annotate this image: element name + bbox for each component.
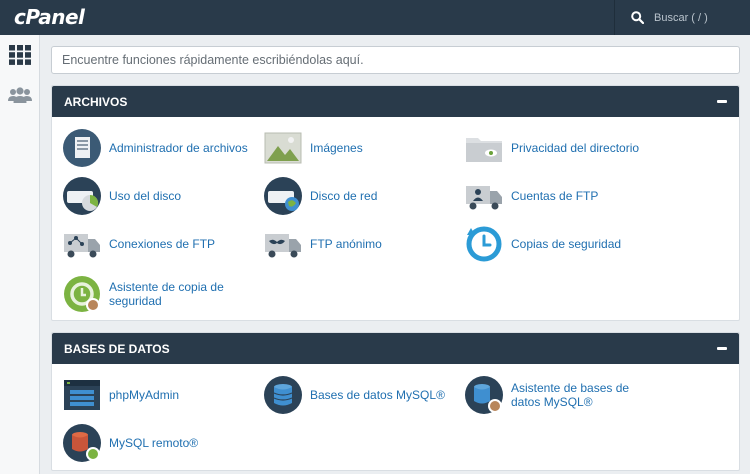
item-label: Bases de datos MySQL® <box>310 388 445 402</box>
item-label: MySQL remoto® <box>109 436 199 450</box>
section-bases-de-datos: BASES DE DATOS phpMyAdmin Bases de datos… <box>51 332 740 471</box>
item-label: Imágenes <box>310 141 363 155</box>
images-icon <box>264 132 302 164</box>
users-button[interactable] <box>7 83 33 107</box>
item-label: phpMyAdmin <box>109 388 180 402</box>
backup-icon <box>466 226 502 262</box>
item-disk-usage[interactable]: Uso del disco <box>63 177 181 215</box>
search-label: Buscar ( / ) <box>654 11 708 24</box>
main-content: ARCHIVOS Administrador de archivos Imáge… <box>40 35 750 474</box>
item-ftp-accounts[interactable]: Cuentas de FTP <box>465 177 598 215</box>
item-directory-privacy[interactable]: Privacidad del directorio <box>465 129 639 167</box>
mysql-databases-icon <box>264 376 302 414</box>
item-label: Conexiones de FTP <box>109 237 216 251</box>
item-label: Asistente de copia de seguridad <box>109 280 224 308</box>
section-header[interactable]: BASES DE DATOS <box>52 333 739 364</box>
quick-search-input[interactable] <box>51 46 740 74</box>
network-disk-icon <box>264 177 302 215</box>
item-backup[interactable]: Copias de seguridad <box>465 225 621 263</box>
item-label: Asistente de bases de datos MySQL® <box>511 381 630 409</box>
remote-mysql-icon <box>63 424 101 462</box>
global-search[interactable]: Buscar ( / ) <box>614 0 750 35</box>
phpmyadmin-icon <box>64 380 100 410</box>
item-file-manager[interactable]: Administrador de archivos <box>63 129 248 167</box>
collapse-icon[interactable] <box>717 100 727 103</box>
section-title: ARCHIVOS <box>64 94 128 109</box>
file-manager-icon <box>63 129 101 167</box>
item-images[interactable]: Imágenes <box>264 129 363 167</box>
item-label: Disco de red <box>310 189 378 203</box>
item-label: Privacidad del directorio <box>511 141 640 155</box>
left-rail <box>0 35 40 474</box>
apps-grid-button[interactable] <box>7 43 33 67</box>
section-header[interactable]: ARCHIVOS <box>52 86 739 117</box>
item-label: Cuentas de FTP <box>511 189 599 203</box>
item-ftp-connections[interactable]: Conexiones de FTP <box>63 225 215 263</box>
item-remote-mysql[interactable]: MySQL remoto® <box>63 424 198 462</box>
ftp-connections-icon <box>64 234 100 258</box>
item-mysql-databases[interactable]: Bases de datos MySQL® <box>264 376 445 414</box>
item-label: FTP anónimo <box>310 237 382 251</box>
item-network-disk[interactable]: Disco de red <box>264 177 377 215</box>
disk-usage-icon <box>63 177 101 215</box>
ftp-accounts-icon <box>466 186 502 210</box>
item-label: Uso del disco <box>109 189 182 203</box>
cpanel-logo[interactable]: cPanel <box>14 5 85 29</box>
item-label: Administrador de archivos <box>109 141 248 155</box>
search-icon <box>631 11 644 24</box>
item-backup-wizard[interactable]: Asistente de copia de seguridad <box>63 275 249 313</box>
section-title: BASES DE DATOS <box>64 341 170 356</box>
anonymous-ftp-icon <box>265 234 301 258</box>
directory-privacy-icon <box>466 138 502 162</box>
item-label: Copias de seguridad <box>511 237 622 251</box>
item-mysql-wizard[interactable]: Asistente de bases de datos MySQL® <box>465 376 651 414</box>
top-bar: cPanel Buscar ( / ) <box>0 0 750 35</box>
section-archivos: ARCHIVOS Administrador de archivos Imáge… <box>51 85 740 321</box>
item-anonymous-ftp[interactable]: FTP anónimo <box>264 225 382 263</box>
users-icon <box>8 87 32 103</box>
apps-grid-icon <box>9 45 31 65</box>
collapse-icon[interactable] <box>717 347 727 350</box>
item-phpmyadmin[interactable]: phpMyAdmin <box>63 376 179 414</box>
backup-wizard-icon <box>64 276 100 312</box>
mysql-wizard-icon <box>465 376 503 414</box>
